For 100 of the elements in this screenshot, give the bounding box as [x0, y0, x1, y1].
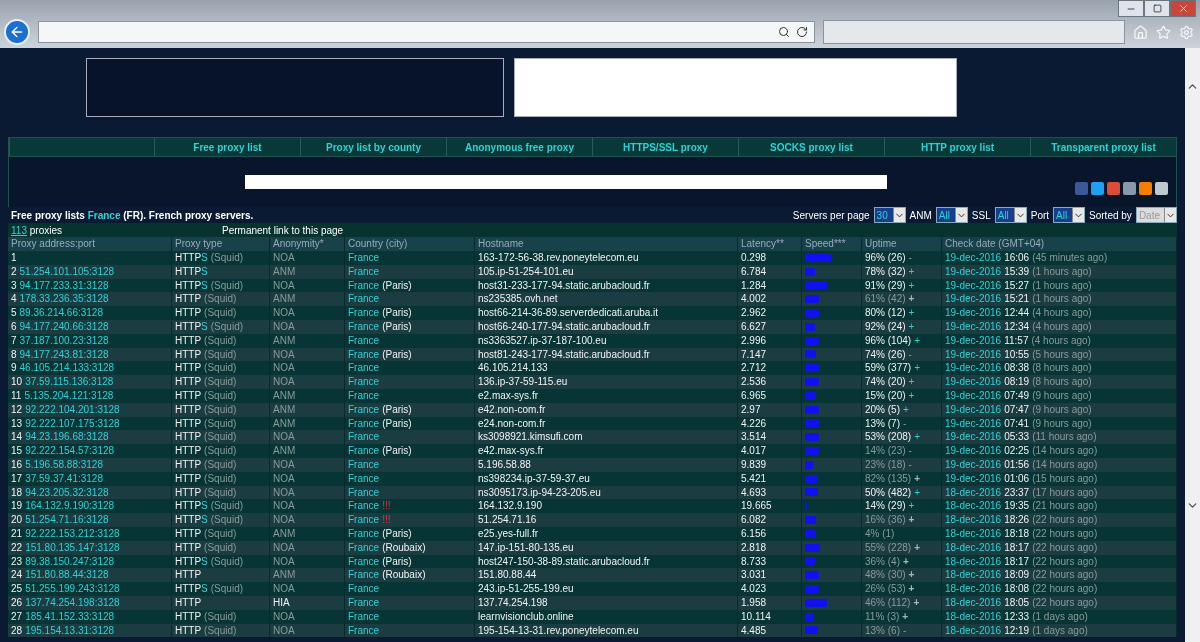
country-link[interactable]: France — [348, 375, 380, 389]
ip-address[interactable]: 195.154.13.31:3128 — [25, 623, 115, 638]
ip-address[interactable]: 51.254.71.16:3128 — [25, 513, 109, 527]
ip-address[interactable]: 5.196.58.88:3128 — [25, 457, 103, 472]
check-date-link[interactable]: 19-dec-2016 — [945, 444, 1002, 458]
ip-address[interactable]: 94.177.233.31:3128 — [19, 278, 109, 293]
country-link[interactable]: France — [348, 388, 380, 403]
country-link[interactable]: France — [348, 471, 380, 486]
ip-address[interactable]: 94.23.205.32:3128 — [25, 485, 109, 500]
minimize-button[interactable] — [1118, 0, 1144, 17]
check-date-link[interactable]: 19-dec-2016 — [945, 320, 1002, 334]
check-date-link[interactable]: 18-dec-2016 — [945, 568, 1002, 583]
check-date-link[interactable]: 18-dec-2016 — [945, 609, 1002, 624]
nav-link[interactable]: Free proxy list — [154, 138, 300, 156]
country-link[interactable]: France — [348, 306, 380, 320]
check-date-link[interactable]: 19-dec-2016 — [945, 347, 1002, 362]
country-link[interactable]: France — [348, 457, 380, 472]
ip-address[interactable]: 51.255.199.243:3128 — [25, 582, 120, 596]
nav-link[interactable]: HTTPS/SSL proxy — [592, 138, 738, 156]
country-link[interactable]: France — [348, 347, 380, 362]
ip-address[interactable]: 92.222.104.201:3128 — [25, 402, 120, 417]
country-link[interactable]: France — [348, 278, 380, 293]
ip-address[interactable]: 89.38.150.247:3128 — [25, 554, 115, 569]
ip-address[interactable]: 51.254.101.105:3128 — [19, 264, 115, 279]
check-date-link[interactable]: 18-dec-2016 — [945, 513, 1002, 527]
search-icon[interactable] — [778, 26, 790, 38]
country-link[interactable]: France — [348, 568, 380, 583]
refresh-icon[interactable] — [796, 26, 808, 38]
check-date-link[interactable]: 18-dec-2016 — [945, 499, 1002, 514]
filter-select[interactable]: 30 — [873, 207, 906, 223]
check-date-link[interactable]: 18-dec-2016 — [945, 526, 1002, 541]
country-link[interactable]: France — [348, 513, 380, 527]
nav-link[interactable]: HTTP proxy list — [884, 138, 1030, 156]
country-link[interactable]: France — [348, 320, 380, 334]
check-date-link[interactable]: 19-dec-2016 — [945, 402, 1002, 417]
ip-address[interactable]: 94.177.240.66:3128 — [19, 320, 109, 334]
check-date-link[interactable]: 19-dec-2016 — [945, 292, 1002, 307]
check-date-link[interactable]: 19-dec-2016 — [945, 430, 1002, 445]
filter-select[interactable]: All — [994, 207, 1027, 223]
ip-address[interactable]: 94.177.243.81:3128 — [19, 347, 109, 362]
check-date-link[interactable]: 19-dec-2016 — [945, 251, 1002, 265]
country-link[interactable]: France — [348, 292, 380, 307]
country-link[interactable]: France — [348, 251, 380, 265]
back-button[interactable] — [4, 19, 30, 45]
country-link[interactable]: France — [348, 623, 380, 638]
check-date-link[interactable]: 19-dec-2016 — [945, 264, 1002, 279]
filter-select[interactable]: All — [1053, 207, 1086, 223]
ip-address[interactable]: 178.33.236.35:3128 — [19, 292, 109, 307]
country-link[interactable]: France — [348, 499, 380, 514]
country-link[interactable]: France — [348, 554, 380, 569]
check-date-link[interactable]: 18-dec-2016 — [945, 582, 1002, 596]
country-link[interactable]: France — [348, 333, 380, 348]
star-icon[interactable] — [1156, 24, 1171, 40]
ip-address[interactable]: 185.41.152.33:3128 — [25, 609, 115, 624]
country-link[interactable]: France — [348, 416, 380, 431]
ip-address[interactable]: 46.105.214.133:3128 — [19, 361, 115, 376]
country-link[interactable]: France — [87, 209, 121, 221]
ip-address[interactable]: 137.74.254.198:3128 — [25, 595, 120, 610]
check-date-link[interactable]: 19-dec-2016 — [945, 333, 1002, 348]
ip-address[interactable]: 94.23.196.68:3128 — [25, 430, 109, 445]
check-date-link[interactable]: 18-dec-2016 — [945, 540, 1002, 555]
maximize-icon[interactable] — [1152, 4, 1162, 13]
filter-select[interactable]: All — [935, 207, 968, 223]
nav-link[interactable]: Anonymous free proxy — [446, 138, 592, 156]
check-date-link[interactable]: 19-dec-2016 — [945, 457, 1002, 472]
browser-tab[interactable] — [823, 20, 1125, 44]
country-link[interactable]: France — [348, 540, 380, 555]
check-date-link[interactable]: 19-dec-2016 — [945, 375, 1002, 389]
check-date-link[interactable]: 19-dec-2016 — [945, 471, 1002, 486]
ip-address[interactable]: 92.222.153.212:3128 — [25, 526, 120, 541]
ip-address[interactable]: 151.80.88.44:3128 — [25, 568, 109, 583]
ip-address[interactable]: 37.59.37.41:3128 — [25, 471, 103, 486]
check-date-link[interactable]: 19-dec-2016 — [945, 388, 1002, 403]
check-date-link[interactable]: 19-dec-2016 — [945, 416, 1002, 431]
country-link[interactable]: France — [348, 264, 380, 279]
country-link[interactable]: France — [348, 444, 380, 458]
ip-address[interactable]: 37.187.100.23:3128 — [19, 333, 109, 348]
country-link[interactable]: France — [348, 361, 380, 376]
check-date-link[interactable]: 18-dec-2016 — [945, 485, 1002, 500]
nav-link[interactable]: Transparent proxy list — [1030, 138, 1176, 156]
scrollbar[interactable] — [1185, 48, 1200, 642]
country-link[interactable]: France — [348, 430, 380, 445]
ip-address[interactable]: 5.135.204.121:3128 — [24, 388, 114, 403]
maximize-button[interactable] — [1144, 0, 1170, 17]
country-link[interactable]: France — [348, 595, 380, 610]
ip-address[interactable]: 164.132.9.190:3128 — [25, 499, 115, 514]
check-date-link[interactable]: 19-dec-2016 — [945, 306, 1002, 320]
country-link[interactable]: France — [348, 609, 380, 624]
ip-address[interactable]: 92.222.107.175:3128 — [25, 416, 120, 431]
nav-link[interactable]: SOCKS proxy list — [738, 138, 884, 156]
check-date-link[interactable]: 18-dec-2016 — [945, 623, 1002, 638]
nav-link[interactable]: Proxy list by county — [300, 138, 446, 156]
check-date-link[interactable]: 18-dec-2016 — [945, 554, 1002, 569]
country-link[interactable]: France — [348, 485, 380, 500]
ip-address[interactable]: 92.222.154.57:3128 — [25, 444, 115, 458]
country-link[interactable]: France — [348, 526, 380, 541]
count-link[interactable]: 113 — [11, 224, 27, 236]
check-date-link[interactable]: 18-dec-2016 — [945, 595, 1002, 610]
country-link[interactable]: France — [348, 402, 380, 417]
close-icon[interactable] — [1177, 3, 1189, 14]
